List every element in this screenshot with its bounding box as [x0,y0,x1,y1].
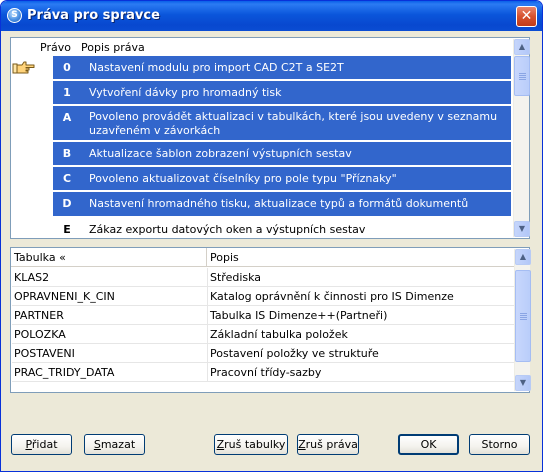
tables-list[interactable]: Tabulka « Popis KLAS2 Střediska OPRAVNEN… [10,247,531,393]
cancel-rights-button[interactable]: Zruš práva [297,434,359,455]
table-row[interactable]: POSTAVENI Postavení položky ve struktuře [12,344,514,363]
rights-row-code: A [62,111,72,124]
ok-button[interactable]: OK [398,434,459,455]
rights-row[interactable]: B Aktualizace šablon zobrazení výstupníc… [53,142,511,166]
table-description-cell: Střediska [210,271,262,284]
rights-row[interactable]: 0 Nastavení modulu pro import CAD C2T a … [53,56,511,80]
rights-row-code: C [62,172,72,185]
rights-row-description: Povoleno provádět aktualizaci v tabulkác… [89,110,498,137]
table-row[interactable]: OPRAVNENI_K_CIN Katalog oprávnění k činn… [12,287,514,306]
rights-row[interactable]: C Povoleno aktualizovat číselníky pro po… [53,167,511,191]
table-name-cell: OPRAVNENI_K_CIN [14,290,115,303]
dialog-window: S Práva pro spravce ✕ Právo Popis práva … [0,0,543,472]
app-icon: S [7,8,22,23]
table-description-cell: Postavení položky ve struktuře [210,347,379,360]
table-row[interactable]: POLOZKA Základní tabulka položek [12,325,514,344]
rights-row-code: 0 [63,61,71,74]
rights-row-code: 1 [63,86,71,99]
table-description-cell: Katalog oprávnění k činnosti pro IS Dime… [210,290,454,303]
scroll-down-button[interactable]: ▼ [514,221,530,237]
header-description[interactable]: Popis práva [81,41,145,54]
delete-button[interactable]: Smazat [84,434,145,455]
scroll-up-button[interactable]: ▲ [514,39,530,55]
rights-row-description: Aktualizace šablon zobrazení výstupních … [89,147,352,160]
rights-row-description: Povoleno aktualizovat číselníky pro pole… [89,172,397,185]
table-description-cell: Základní tabulka položek [210,328,348,341]
header-table[interactable]: Tabulka « [14,251,66,264]
rights-row[interactable]: D Nastavení hromadného tisku, aktualizac… [53,192,511,217]
rights-row-description: Nastavení hromadného tisku, aktualizace … [89,197,469,210]
table-row[interactable]: PRAC_TRIDY_DATA Pracovní třídy-sazby [12,363,514,382]
tables-list-header: Tabulka « Popis [11,248,514,267]
rights-row-code: B [62,147,72,160]
cancel-tables-button[interactable]: Zruš tabulky [214,434,288,455]
scroll-thumb[interactable] [514,56,530,96]
rights-list-header: Právo Popis práva [11,38,511,56]
tables-scrollbar[interactable]: ▲ ▼ [514,249,531,391]
rights-row-code: E [63,223,71,236]
rights-row-description: Nastavení modulu pro import CAD C2T a SE… [89,61,344,74]
close-button[interactable]: ✕ [516,6,537,27]
window-title: Práva pro spravce [27,8,160,23]
storno-button[interactable]: Storno [469,434,530,455]
scroll-thumb[interactable] [515,270,531,362]
table-name-cell: PRAC_TRIDY_DATA [14,366,115,379]
rights-row-code: D [62,197,72,210]
rights-scrollbar[interactable]: ▲ ▼ [513,39,530,237]
scroll-down-button[interactable]: ▼ [515,375,531,391]
title-bar[interactable]: S Práva pro spravce ✕ [1,1,542,31]
table-name-cell: PARTNER [14,309,64,322]
rights-row[interactable]: E Zákaz exportu datových oken a výstupní… [53,220,511,238]
table-name-cell: KLAS2 [14,271,50,284]
table-description-cell: Tabulka IS Dimenze++(Partneři) [210,309,388,322]
scroll-up-button[interactable]: ▲ [515,249,531,265]
add-button[interactable]: Přidat [11,434,72,455]
rights-row[interactable]: 1 Vytvoření dávky pro hromadný tisk [53,81,511,105]
rights-list[interactable]: Právo Popis práva 0 Nastavení modulu pro… [10,37,530,239]
rights-row-description: Vytvoření dávky pro hromadný tisk [89,86,282,99]
table-name-cell: POSTAVENI [14,347,75,360]
pointing-hand-icon [12,61,35,74]
table-row[interactable]: KLAS2 Střediska [12,268,514,287]
rights-row-description: Zákaz exportu datových oken a výstupních… [89,223,366,236]
rights-row[interactable]: A Povoleno provádět aktualizaci v tabulk… [53,106,511,141]
table-name-cell: POLOZKA [14,328,66,341]
header-table-description[interactable]: Popis [210,251,239,264]
table-description-cell: Pracovní třídy-sazby [210,366,322,379]
table-row[interactable]: PARTNER Tabulka IS Dimenze++(Partneři) [12,306,514,325]
header-code[interactable]: Právo [40,41,71,54]
